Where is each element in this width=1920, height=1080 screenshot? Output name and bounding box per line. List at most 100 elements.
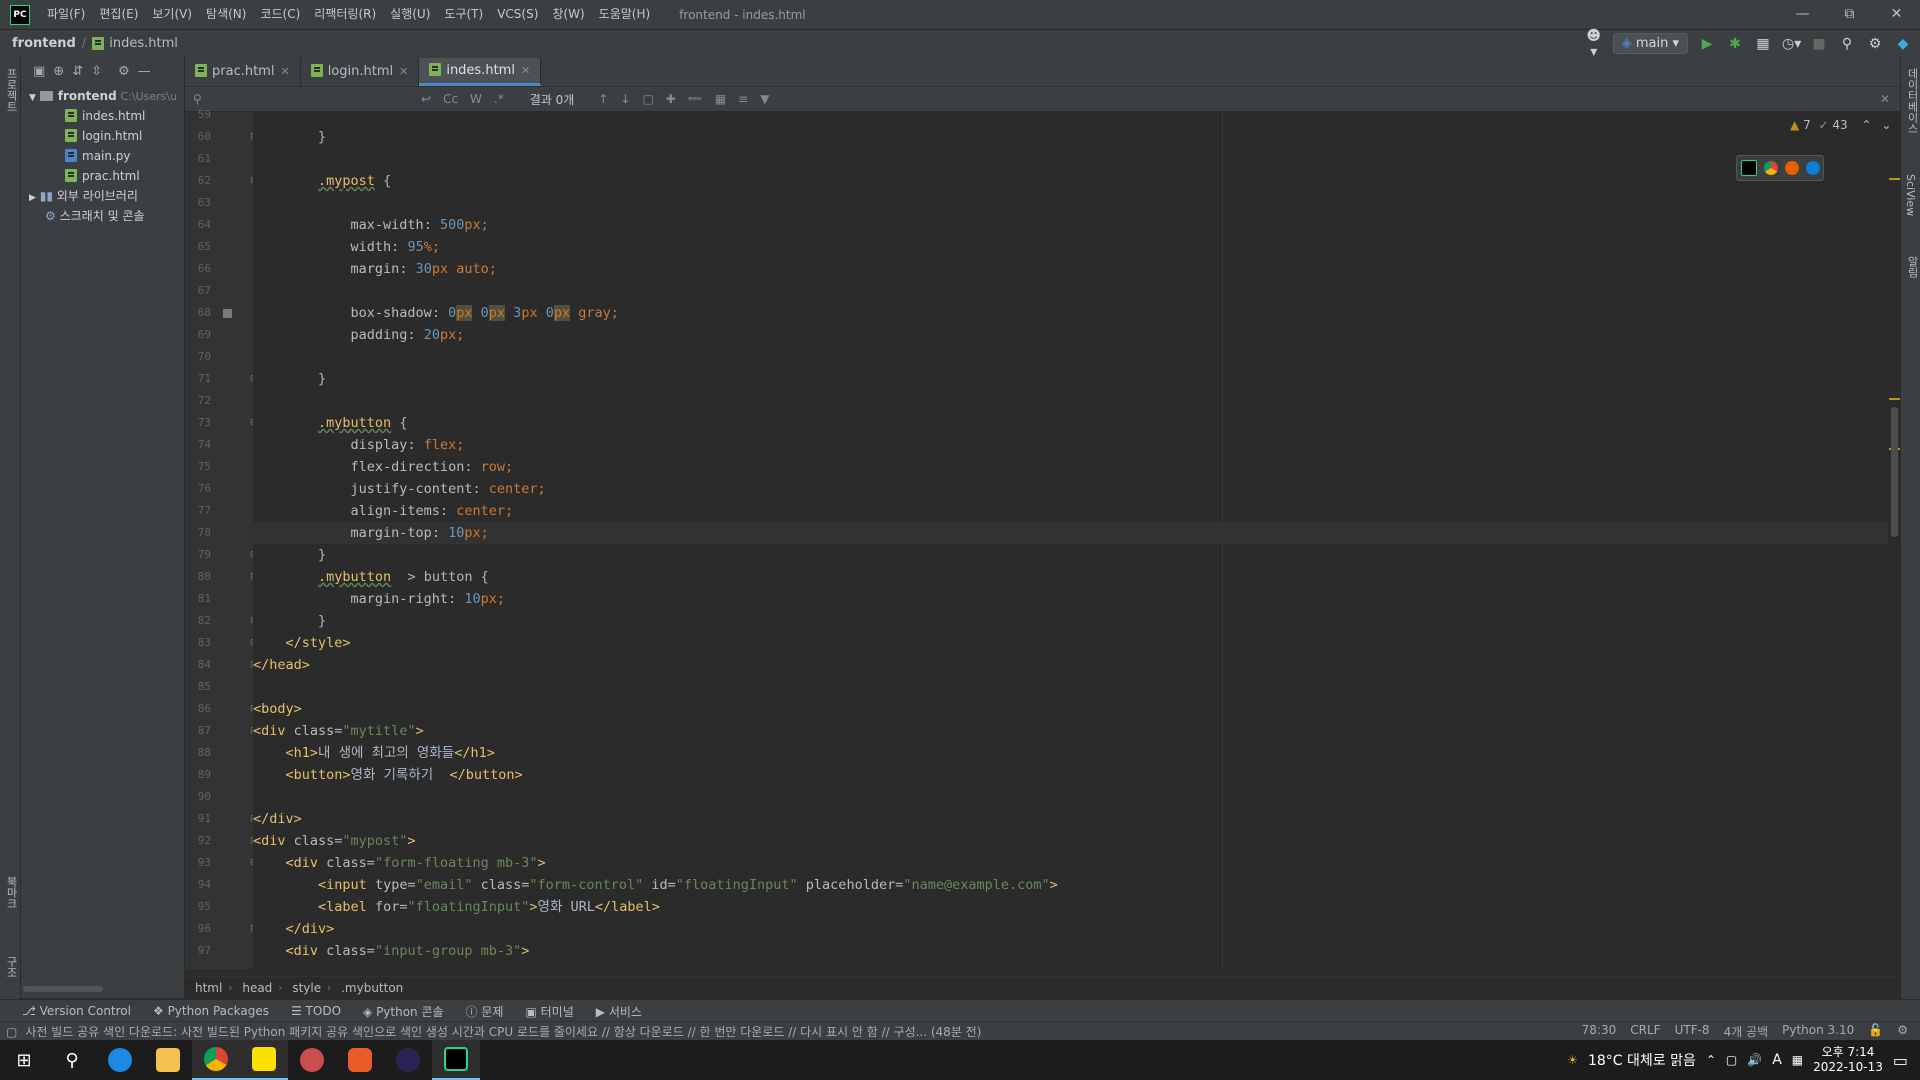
python-interpreter[interactable]: Python 3.10 — [1782, 1023, 1854, 1040]
filter-icon[interactable]: ▼ — [760, 92, 769, 106]
code-line[interactable]: .mypost { — [253, 170, 1888, 192]
code-line[interactable]: } — [253, 544, 1888, 566]
code-line[interactable]: <input type="email" class="form-control"… — [253, 874, 1888, 896]
previous-occurrence-icon[interactable]: ↑ — [598, 92, 608, 106]
tree-file[interactable]: login.html — [21, 126, 184, 146]
expand-all-icon[interactable]: ⇵ — [72, 64, 83, 79]
menu-item[interactable]: 도움말(H) — [592, 0, 658, 29]
status-message[interactable]: 사전 빌드 공유 색인 다운로드: 사전 빌드된 Python 패키지 공유 색… — [25, 1023, 981, 1040]
menu-item[interactable]: 탐색(N) — [199, 0, 253, 29]
tree-file[interactable]: prac.html — [21, 166, 184, 186]
multiline-icon[interactable]: ≡ — [738, 92, 748, 106]
settings-gear-icon[interactable]: ⚙ — [1866, 36, 1884, 52]
indent-setting[interactable]: 4개 공백 — [1724, 1023, 1769, 1040]
select-occurrences-icon[interactable]: ▦ — [715, 92, 726, 106]
gutter-marker-icon[interactable] — [223, 309, 232, 318]
code-line[interactable] — [253, 112, 1888, 126]
collapse-all-icon[interactable]: ⇳ — [91, 64, 102, 79]
ime-mode-icon[interactable]: ▦ — [1792, 1053, 1803, 1067]
code-line[interactable]: margin-right: 10px; — [253, 588, 1888, 610]
pycharm-browser-icon[interactable] — [1740, 160, 1757, 176]
structure-toolwindow-tab[interactable]: 구조 — [3, 956, 19, 978]
code-line[interactable]: <label for="floatingInput">영화 URL</label… — [253, 896, 1888, 918]
hide-icon[interactable]: — — [138, 64, 151, 79]
code-line[interactable]: </style> — [253, 632, 1888, 654]
match-case-button[interactable]: Cc — [443, 92, 458, 106]
close-find-icon[interactable]: ✕ — [1880, 92, 1890, 106]
windows-start-icon[interactable]: ⊞ — [0, 1040, 48, 1080]
code-line[interactable]: justify-content: center; — [253, 478, 1888, 500]
panel-scrollbar[interactable] — [23, 986, 103, 992]
error-stripe-marker[interactable] — [1889, 178, 1900, 180]
code-line[interactable] — [253, 280, 1888, 302]
breadcrumb-item[interactable]: head — [232, 981, 278, 995]
code-line[interactable]: .mybutton { — [253, 412, 1888, 434]
edge-taskbar-icon[interactable] — [96, 1040, 144, 1080]
profile-icon[interactable]: ◷▾ — [1782, 36, 1801, 52]
error-stripe-marker[interactable] — [1889, 398, 1900, 400]
menu-item[interactable]: 편집(E) — [92, 0, 145, 29]
code-line[interactable]: margin-top: 10px; — [253, 522, 1888, 544]
toolwindow-packages[interactable]: ❖ Python Packages — [153, 1004, 269, 1018]
lock-icon[interactable]: 🔓 — [1868, 1023, 1883, 1040]
code-line[interactable]: margin: 30px auto; — [253, 258, 1888, 280]
history-icon[interactable]: ↩ — [421, 92, 431, 106]
code-line[interactable]: padding: 20px; — [253, 324, 1888, 346]
project-toolwindow-tab[interactable]: 프로젝트 — [3, 68, 19, 112]
user-icon[interactable]: ☻▾ — [1585, 28, 1603, 60]
tray-expand-icon[interactable]: ⌃ — [1706, 1053, 1716, 1067]
code-line[interactable] — [253, 346, 1888, 368]
tree-file[interactable]: main.py — [21, 146, 184, 166]
stop-icon[interactable]: ■ — [1810, 36, 1828, 52]
menu-item[interactable]: 도구(T) — [437, 0, 490, 29]
file-explorer-icon[interactable] — [144, 1040, 192, 1080]
kakaotalk-icon[interactable] — [240, 1040, 288, 1080]
regex-button[interactable]: .* — [494, 92, 504, 106]
code-line[interactable]: <button>영화 기록하기 </button> — [253, 764, 1888, 786]
tree-scratches[interactable]: ⚙ 스크래치 및 콘솔 — [21, 206, 184, 226]
chrome-icon[interactable] — [1763, 161, 1778, 175]
restore-icon[interactable]: ⧉ — [1826, 0, 1873, 29]
bookmarks-toolwindow-tab[interactable]: 북마크 — [3, 876, 19, 909]
debug-icon[interactable]: ✱ — [1726, 36, 1744, 52]
menu-item[interactable]: 리팩터링(R) — [307, 0, 383, 29]
tree-root[interactable]: ▼ frontend C:\Users\u — [21, 86, 184, 106]
notification-center-icon[interactable]: ▭ — [1893, 1051, 1908, 1070]
find-input[interactable] — [185, 88, 415, 110]
breadcrumb-item[interactable]: .mybutton — [331, 981, 409, 995]
file-encoding[interactable]: UTF-8 — [1675, 1023, 1710, 1040]
close-icon[interactable]: ✕ — [1873, 0, 1920, 29]
code-line[interactable]: display: flex; — [253, 434, 1888, 456]
toolwindow-python-console[interactable]: ◈ Python 콘솔 — [363, 1003, 444, 1020]
code-line[interactable]: } — [253, 368, 1888, 390]
ime-indicator[interactable]: A — [1772, 1052, 1782, 1068]
firefox-icon[interactable] — [1784, 161, 1799, 175]
minimize-icon[interactable]: — — [1779, 0, 1826, 29]
menu-item[interactable]: VCS(S) — [490, 0, 545, 29]
status-toggle-icon[interactable]: ▢ — [6, 1025, 17, 1039]
notifications-toolwindow-tab[interactable]: 알림 — [1904, 256, 1920, 278]
chrome-taskbar-icon[interactable] — [192, 1040, 240, 1080]
tab-close-icon[interactable]: ✕ — [521, 64, 530, 77]
coverage-icon[interactable]: ▦ — [1754, 36, 1772, 52]
code-line[interactable] — [253, 192, 1888, 214]
sciview-toolwindow-tab[interactable]: SciView — [1904, 174, 1917, 216]
code-line[interactable]: align-items: center; — [253, 500, 1888, 522]
code-line[interactable] — [253, 786, 1888, 808]
code-line[interactable]: width: 95%; — [253, 236, 1888, 258]
whole-word-button[interactable]: W — [470, 92, 482, 106]
menu-item[interactable]: 보기(V) — [145, 0, 199, 29]
tree-file[interactable]: indes.html — [21, 106, 184, 126]
gear-icon[interactable]: ⚙ — [118, 64, 130, 79]
code-line[interactable]: } — [253, 610, 1888, 632]
editor-scrollbar[interactable] — [1889, 112, 1900, 969]
code-line[interactable]: box-shadow: 0px 0px 3px 0px gray; — [253, 302, 1888, 324]
menu-item[interactable]: 실행(U) — [383, 0, 437, 29]
toolwindow-problems[interactable]: ⓘ 문제 — [466, 1003, 504, 1020]
nav-file[interactable]: indes.html — [109, 36, 178, 51]
code-editor[interactable]: } .mypost { max-width: 500px; width: 95%… — [253, 112, 1888, 969]
search-icon[interactable]: ⚲ — [1838, 36, 1856, 52]
tab-close-icon[interactable]: ✕ — [399, 65, 408, 78]
clock[interactable]: 오후 7:14 2022-10-13 — [1813, 1045, 1883, 1075]
code-line[interactable]: .mybutton > button { — [253, 566, 1888, 588]
